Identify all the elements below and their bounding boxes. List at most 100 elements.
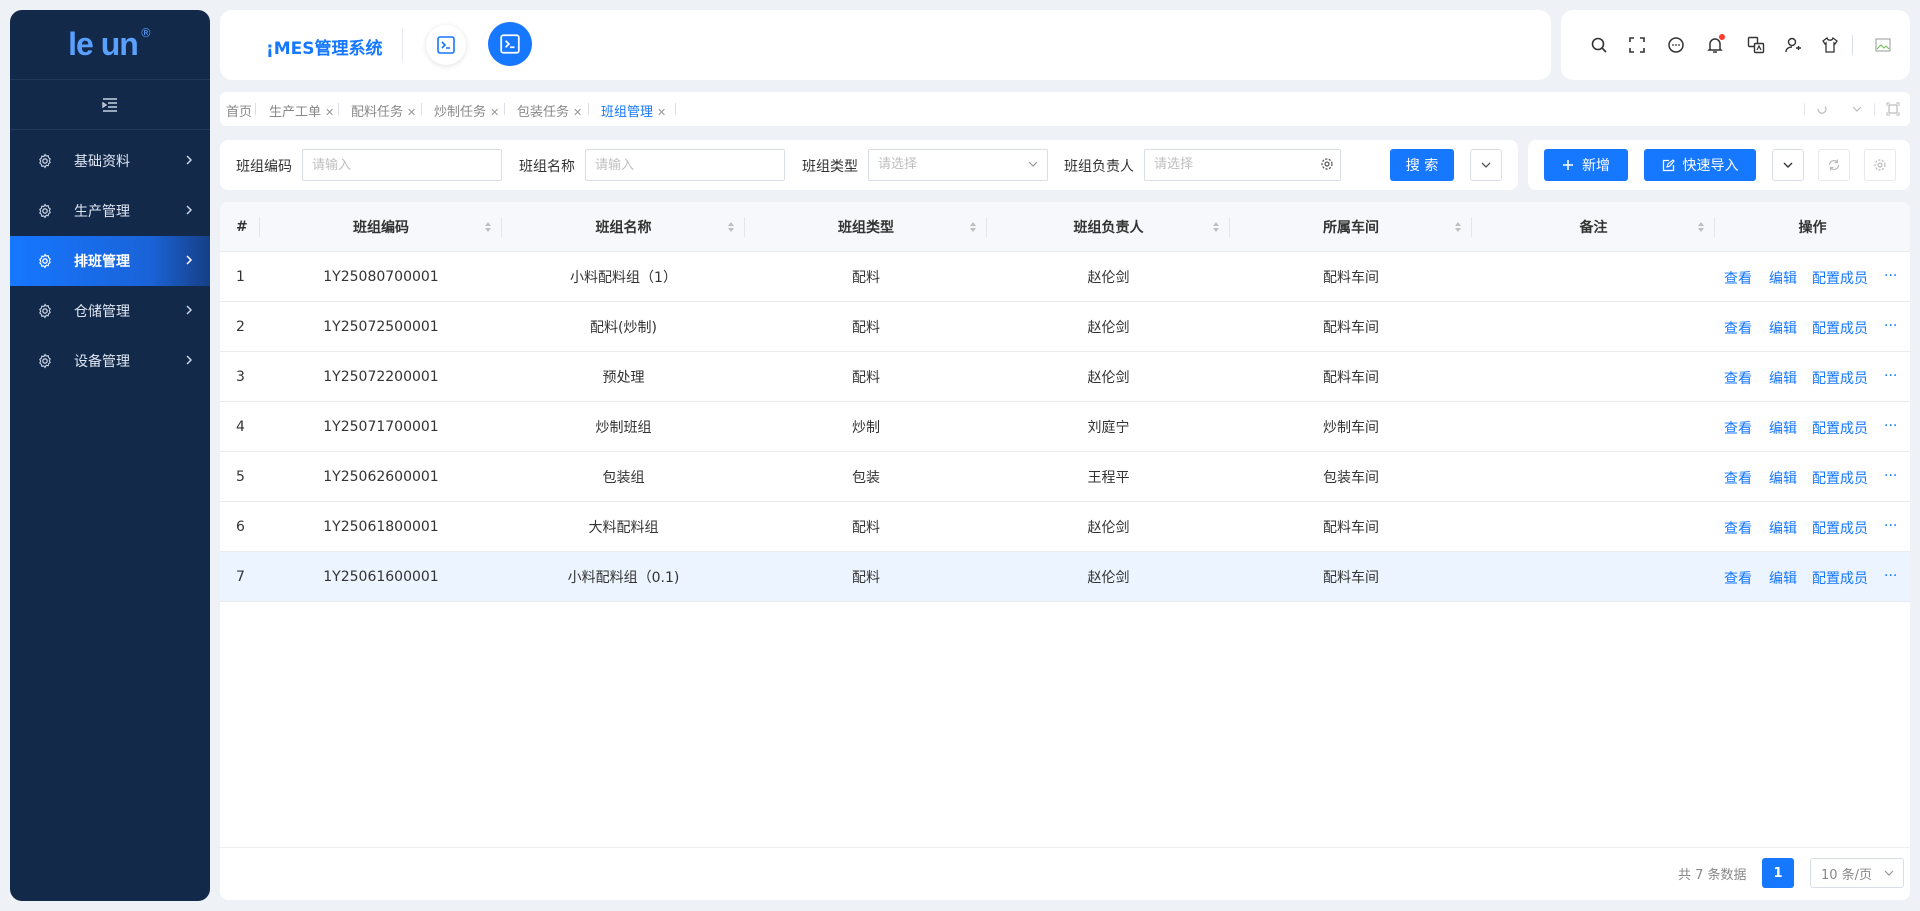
close-icon[interactable]: ✕	[490, 106, 499, 119]
tab[interactable]: 包装任务 ✕	[517, 101, 582, 120]
tab[interactable]: 生产工单 ✕	[269, 101, 334, 120]
more-actions-link[interactable]: ···	[1884, 268, 1897, 284]
cell-workshop: 配料车间	[1323, 520, 1379, 536]
sidebar-item[interactable]: 仓储管理	[10, 286, 210, 336]
avatar-image[interactable]	[1873, 35, 1893, 55]
view-link[interactable]: 查看	[1724, 368, 1752, 388]
shirt-icon[interactable]	[1820, 35, 1840, 55]
sort-icon[interactable]	[969, 221, 977, 233]
team-leader-select[interactable]: 请选择	[1144, 149, 1341, 181]
view-link[interactable]: 查看	[1724, 518, 1752, 538]
team-code-input[interactable]	[302, 149, 502, 181]
configure-members-link[interactable]: 配置成员	[1812, 268, 1868, 288]
tab[interactable]: 配料任务 ✕	[351, 101, 416, 120]
more-actions-link[interactable]: ···	[1884, 468, 1897, 484]
close-icon[interactable]: ✕	[657, 106, 666, 119]
bell-icon[interactable]	[1705, 34, 1725, 55]
chat-icon[interactable]	[1666, 35, 1686, 55]
tab[interactable]: 炒制任务 ✕	[434, 101, 499, 120]
cell-remark	[1472, 452, 1715, 502]
search-button[interactable]: 搜 索	[1390, 149, 1454, 181]
sidebar-item[interactable]: 设备管理	[10, 336, 210, 386]
tab[interactable]: 班组管理 ✕	[601, 101, 666, 120]
table-row[interactable]: 6 1Y25061800001 大料配料组 配料 赵伦剑 配料车间 查看 编辑 配置成员 ···	[220, 502, 1910, 552]
team-table: # 班组编码 班组名称 班组类型 班组负责人 所属车间 备注 操作 1 1Y2508070000…	[220, 202, 1910, 900]
edit-link[interactable]: 编辑	[1769, 568, 1797, 588]
more-actions-link[interactable]: ···	[1884, 368, 1897, 384]
table-row[interactable]: 1 1Y25080700001 小料配料组（1） 配料 赵伦剑 配料车间 查看 编辑 配置成员 ·…	[220, 252, 1910, 302]
user-icon[interactable]	[1783, 35, 1803, 55]
terminal-icon	[500, 34, 520, 54]
edit-link[interactable]: 编辑	[1769, 318, 1797, 338]
configure-members-link[interactable]: 配置成员	[1812, 568, 1868, 588]
cell-code: 1Y25072200001	[323, 369, 439, 385]
chevron-down-icon[interactable]	[1851, 104, 1863, 114]
collapse-menu-button[interactable]	[10, 80, 210, 130]
sidebar-item[interactable]: 排班管理	[10, 236, 210, 286]
configure-members-link[interactable]: 配置成员	[1812, 518, 1868, 538]
table-row[interactable]: 2 1Y25072500001 配料(炒制) 配料 赵伦剑 配料车间 查看 编辑 配置成员 ···	[220, 302, 1910, 352]
configure-members-link[interactable]: 配置成员	[1812, 468, 1868, 488]
sort-icon[interactable]	[727, 221, 735, 233]
sort-icon[interactable]	[1454, 221, 1462, 233]
sidebar-item[interactable]: 生产管理	[10, 186, 210, 236]
more-actions-link[interactable]: ···	[1884, 518, 1897, 534]
edit-link[interactable]: 编辑	[1769, 518, 1797, 538]
more-actions-dropdown[interactable]	[1772, 149, 1804, 181]
more-actions-link[interactable]: ···	[1884, 318, 1897, 334]
close-icon[interactable]: ✕	[325, 106, 334, 119]
sort-icon[interactable]	[484, 221, 492, 233]
maximize-icon[interactable]	[1886, 102, 1900, 116]
tab-label: 班组管理	[601, 105, 654, 120]
edit-link[interactable]: 编辑	[1769, 368, 1797, 388]
page-button-current[interactable]: 1	[1762, 858, 1794, 888]
team-name-input[interactable]	[585, 149, 785, 181]
column-header[interactable]: 备注	[1472, 202, 1715, 252]
column-header[interactable]: 班组名称	[502, 202, 745, 252]
column-header[interactable]: 班组负责人	[987, 202, 1230, 252]
cell-workshop: 配料车间	[1323, 320, 1379, 336]
close-icon[interactable]: ✕	[573, 106, 582, 119]
configure-members-link[interactable]: 配置成员	[1812, 318, 1868, 338]
table-row[interactable]: 3 1Y25072200001 预处理 配料 赵伦剑 配料车间 查看 编辑 配置成员 ···	[220, 352, 1910, 402]
edit-link[interactable]: 编辑	[1769, 468, 1797, 488]
terminal-button-primary[interactable]	[488, 22, 532, 66]
column-header[interactable]: 班组编码	[260, 202, 502, 252]
view-link[interactable]: 查看	[1724, 318, 1752, 338]
sidebar-item[interactable]: 基础资料	[10, 136, 210, 186]
column-header[interactable]: 班组类型	[745, 202, 987, 252]
expand-filters-button[interactable]	[1470, 149, 1502, 181]
gear-icon[interactable]	[1320, 157, 1334, 171]
edit-link[interactable]: 编辑	[1769, 418, 1797, 438]
view-link[interactable]: 查看	[1724, 268, 1752, 288]
view-link[interactable]: 查看	[1724, 468, 1752, 488]
more-actions-link[interactable]: ···	[1884, 568, 1897, 584]
refresh-button[interactable]	[1818, 149, 1850, 181]
quick-import-button[interactable]: 快速导入	[1644, 149, 1756, 181]
more-actions-link[interactable]: ···	[1884, 418, 1897, 434]
sort-icon[interactable]	[1212, 221, 1220, 233]
view-link[interactable]: 查看	[1724, 568, 1752, 588]
column-settings-button[interactable]	[1864, 149, 1896, 181]
translate-icon[interactable]	[1746, 35, 1766, 55]
add-button[interactable]: 新增	[1544, 149, 1628, 181]
close-icon[interactable]: ✕	[407, 106, 416, 119]
tab[interactable]: 首页	[226, 101, 252, 120]
fullscreen-icon[interactable]	[1627, 35, 1647, 55]
gear-icon	[36, 202, 54, 220]
terminal-button-secondary[interactable]	[426, 25, 466, 65]
column-header[interactable]: 所属车间	[1230, 202, 1472, 252]
view-link[interactable]: 查看	[1724, 418, 1752, 438]
edit-link[interactable]: 编辑	[1769, 268, 1797, 288]
table-row[interactable]: 4 1Y25071700001 炒制班组 炒制 刘庭宁 炒制车间 查看 编辑 配置成员 ···	[220, 402, 1910, 452]
sort-icon[interactable]	[1697, 221, 1705, 233]
page-size-select[interactable]: 10 条/页	[1810, 858, 1904, 888]
cell-type: 配料	[852, 270, 880, 286]
team-type-select[interactable]: 请选择	[868, 149, 1048, 181]
configure-members-link[interactable]: 配置成员	[1812, 368, 1868, 388]
search-icon[interactable]	[1589, 35, 1609, 55]
table-row[interactable]: 7 1Y25061600001 小料配料组（0.1) 配料 赵伦剑 配料车间 查看 编辑 配置成…	[220, 552, 1910, 602]
table-row[interactable]: 5 1Y25062600001 包装组 包装 王程平 包装车间 查看 编辑 配置成员 ···	[220, 452, 1910, 502]
configure-members-link[interactable]: 配置成员	[1812, 418, 1868, 438]
refresh-tab-icon[interactable]	[1816, 103, 1828, 115]
